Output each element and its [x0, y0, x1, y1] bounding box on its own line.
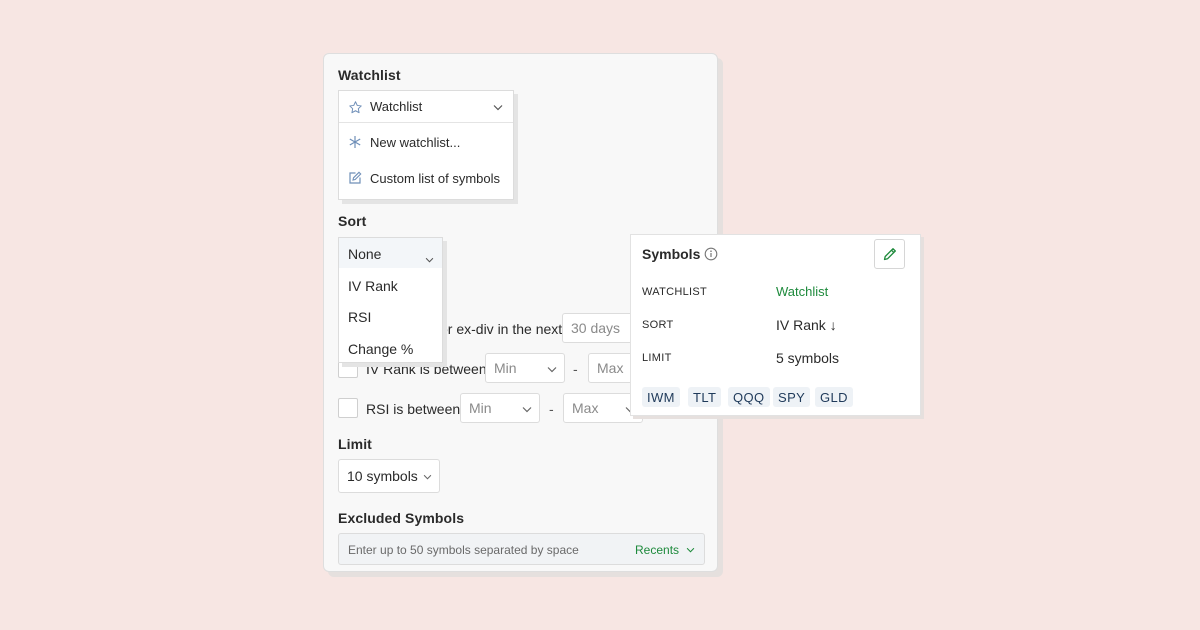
range-dash: -	[573, 361, 578, 377]
max-placeholder: Max	[597, 360, 624, 376]
watchlist-selected-value: Watchlist	[370, 99, 423, 114]
sort-option-label: RSI	[348, 309, 372, 325]
excluded-placeholder: Enter up to 50 symbols separated by spac…	[348, 543, 579, 557]
sort-option-label: IV Rank	[348, 278, 398, 294]
watchlist-option-label: Custom list of symbols	[370, 171, 501, 186]
sort-select[interactable]: None	[339, 238, 442, 268]
info-icon[interactable]	[703, 246, 719, 262]
excluded-section-label: Excluded Symbols	[338, 510, 465, 526]
limit-section-label: Limit	[338, 436, 372, 452]
watchlist-select[interactable]: Watchlist	[339, 91, 513, 123]
sort-selected-value: None	[348, 246, 382, 262]
sort-dropdown: None IV Rank RSI Change %	[338, 237, 443, 363]
earnings-days-value: 30 days	[571, 320, 621, 336]
watchlist-option-label: New watchlist...	[370, 135, 461, 150]
edit-symbols-button[interactable]	[874, 239, 905, 269]
rsi-label: RSI is between	[366, 401, 461, 417]
symbol-chip: SPY	[773, 387, 811, 407]
edit-icon	[347, 170, 363, 186]
iv-rank-label: IV Rank is between	[366, 361, 487, 377]
range-dash: -	[549, 401, 554, 417]
sort-option[interactable]: IV Rank	[339, 272, 442, 300]
sort-section-label: Sort	[338, 213, 367, 229]
chevron-down-icon[interactable]	[685, 546, 695, 554]
symbol-chip: QQQ	[728, 387, 770, 407]
rsi-min-select[interactable]: Min	[460, 393, 540, 423]
limit-select[interactable]: 10 symbols	[338, 459, 440, 493]
symbols-card-title: Symbols	[642, 246, 701, 262]
limit-key: LIMIT	[642, 352, 672, 364]
rsi-checkbox[interactable]	[338, 398, 358, 418]
chevron-down-icon	[422, 473, 432, 481]
watchlist-section-label: Watchlist	[338, 67, 401, 83]
sort-option[interactable]: Change %	[339, 335, 442, 363]
sort-key: SORT	[642, 319, 674, 331]
watchlist-option-new[interactable]: New watchlist...	[339, 127, 513, 157]
earnings-filter-label: or ex-div in the next	[440, 321, 563, 337]
limit-value: 5 symbols	[776, 350, 840, 366]
sort-option-label: Change %	[348, 341, 414, 357]
chevron-down-icon	[547, 365, 557, 373]
symbols-card: Symbols WATCHLIST Watchlist SORT IV Rank…	[630, 234, 921, 416]
max-placeholder: Max	[572, 400, 599, 416]
recents-button[interactable]: Recents	[635, 543, 679, 557]
watchlist-dropdown: Watchlist New watchlist... Custom list o…	[338, 90, 514, 200]
pencil-icon	[882, 246, 898, 262]
limit-selected-value: 10 symbols	[347, 468, 418, 484]
asterisk-icon	[347, 134, 363, 150]
chevron-down-icon[interactable]	[492, 101, 504, 113]
excluded-symbols-input[interactable]: Enter up to 50 symbols separated by spac…	[338, 533, 705, 565]
watchlist-option-custom[interactable]: Custom list of symbols	[339, 163, 513, 193]
sort-value: IV Rank ↓	[776, 317, 837, 333]
min-placeholder: Min	[494, 360, 517, 376]
chevron-down-icon	[424, 256, 434, 264]
symbol-chip: GLD	[815, 387, 853, 407]
min-placeholder: Min	[469, 400, 492, 416]
sort-option[interactable]: RSI	[339, 303, 442, 331]
symbol-chip: TLT	[688, 387, 722, 407]
star-icon	[347, 99, 363, 115]
iv-rank-min-select[interactable]: Min	[485, 353, 565, 383]
symbol-chip: IWM	[642, 387, 680, 407]
chevron-down-icon	[522, 405, 532, 413]
watchlist-value: Watchlist	[776, 284, 829, 299]
watchlist-key: WATCHLIST	[642, 286, 708, 298]
